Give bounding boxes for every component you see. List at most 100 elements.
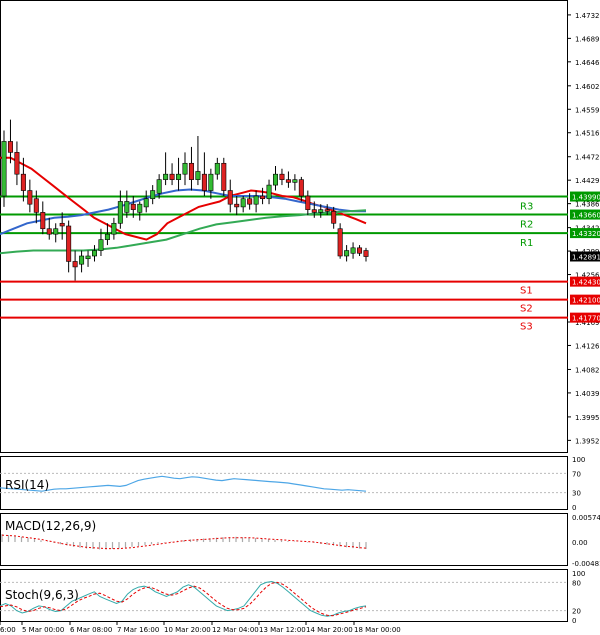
stoch-axis-label: 0 [572, 617, 576, 625]
candle-body [1, 141, 7, 197]
candle-body [72, 261, 78, 268]
stoch-axis-label: 80 [572, 579, 581, 587]
level-name-r3: R3 [520, 202, 533, 213]
price-axis-label: 1.45590 [575, 106, 600, 114]
time-axis-label: 13 Mar 12:00 [259, 626, 306, 634]
price-axis-label: 1.44290 [575, 177, 600, 185]
candle-body [7, 141, 13, 153]
price-axis-label: 1.40390 [575, 390, 600, 398]
stoch-axis-label: 100 [572, 570, 585, 578]
price-axis-label: 1.43860 [575, 201, 600, 209]
candle-body [163, 173, 169, 180]
candle-body [234, 203, 240, 208]
candle-body [104, 233, 110, 240]
current-price-label: 1.42891 [572, 253, 600, 261]
candle-body [221, 162, 227, 191]
time-axis-label: 7 Mar 16:00 [117, 626, 159, 634]
level-name-s3: S3 [520, 322, 533, 333]
stoch-axis-label: 20 [572, 608, 581, 616]
candle-body [111, 222, 117, 235]
candle-body [227, 190, 233, 205]
price-axis-label: 1.46020 [575, 83, 600, 91]
candle-body [357, 247, 363, 254]
candle-body [143, 198, 149, 208]
candle-body [208, 173, 214, 191]
candle-body [247, 198, 253, 205]
level-price-label: 1.43990 [572, 194, 600, 202]
candle-body [150, 190, 156, 200]
rsi-axis-label: 30 [572, 490, 581, 498]
candle-body [344, 250, 350, 257]
level-name-s1: S1 [520, 286, 533, 297]
price-axis-label: 1.46460 [575, 59, 600, 67]
time-axis-label: 12 Mar 04:00 [212, 626, 259, 634]
rsi-panel: 100 70 30 0 [0, 456, 585, 512]
macd-axis-label: 0.00574 [572, 514, 600, 522]
price-panel: 1.47320 1.46890 1.46460 1.46020 1.45590 1.451… [0, 12, 600, 445]
time-axis-label: 14 Mar 20:00 [306, 626, 353, 634]
level-name-r2: R2 [520, 220, 533, 231]
candle-body [201, 173, 207, 191]
candle-body [33, 198, 39, 213]
candle-body [137, 203, 143, 213]
price-axis-label: 1.45160 [575, 130, 600, 138]
macd-axis-label: -0.00481 [572, 560, 600, 568]
candle-body [305, 195, 311, 210]
level-price-label: 1.43660 [572, 212, 600, 220]
candle-body [298, 179, 304, 197]
level-price-label: 1.43320 [572, 230, 600, 238]
candle-body [92, 250, 98, 257]
time-axis: 6:00 5 Mar 00:00 6 Mar 08:00 7 Mar 16:00 10 … [0, 622, 401, 634]
candle-body [292, 179, 298, 183]
macd-axis-label: 0.00 [572, 539, 588, 547]
candle-body [124, 201, 130, 213]
candle-body [195, 171, 201, 180]
price-panel-frame [0, 0, 568, 453]
candle-body [188, 162, 194, 180]
candle-body [272, 173, 278, 186]
candle-body [318, 209, 324, 213]
candle-body [331, 210, 337, 224]
candle-body [182, 162, 188, 175]
candle-body [176, 173, 182, 180]
candle-body [214, 162, 220, 175]
candle-body [79, 255, 85, 265]
time-axis-label: 5 Mar 00:00 [22, 626, 64, 634]
rsi-line [0, 475, 367, 492]
macd-title: MACD(12,26,9) [5, 519, 96, 533]
candle-body [285, 179, 291, 183]
candle-body [169, 173, 175, 180]
candle-body [253, 195, 259, 205]
candle-body [363, 250, 369, 257]
candle-body [350, 247, 356, 254]
trading-chart: 1.47320 1.46890 1.46460 1.46020 1.45590 1.451… [0, 0, 600, 634]
candle-body [66, 225, 72, 262]
price-axis-label: 1.40820 [575, 366, 600, 374]
price-axis-label: 1.41260 [575, 342, 600, 350]
candle-body [53, 228, 59, 235]
candle-body [260, 195, 266, 200]
candle-body [117, 201, 123, 224]
candle-body [14, 152, 20, 175]
candle-body [266, 184, 272, 200]
candle-body [337, 228, 343, 257]
rsi-axis-label: 70 [572, 470, 581, 478]
level-price-label: 1.42430 [572, 279, 600, 287]
candle-body [20, 173, 26, 191]
rsi-title: RSI(14) [5, 478, 49, 492]
price-axis-label: 1.39950 [575, 414, 600, 422]
stoch-panel: 10080 200 [0, 570, 585, 625]
candle-body [40, 212, 46, 230]
time-axis-label: 6:00 [0, 626, 16, 634]
candle-body [98, 239, 104, 251]
candle-body [27, 190, 33, 205]
candle-body [156, 179, 162, 194]
candle-body [324, 209, 330, 212]
level-price-label: 1.42100 [572, 297, 600, 305]
level-name-r1: R1 [520, 238, 533, 249]
price-axis-label: 1.47320 [575, 12, 600, 20]
time-axis-label: 10 Mar 20:00 [164, 626, 211, 634]
rsi-axis-label: 0 [572, 504, 576, 512]
candle-body [85, 255, 91, 260]
price-axis-label: 1.46890 [575, 35, 600, 43]
